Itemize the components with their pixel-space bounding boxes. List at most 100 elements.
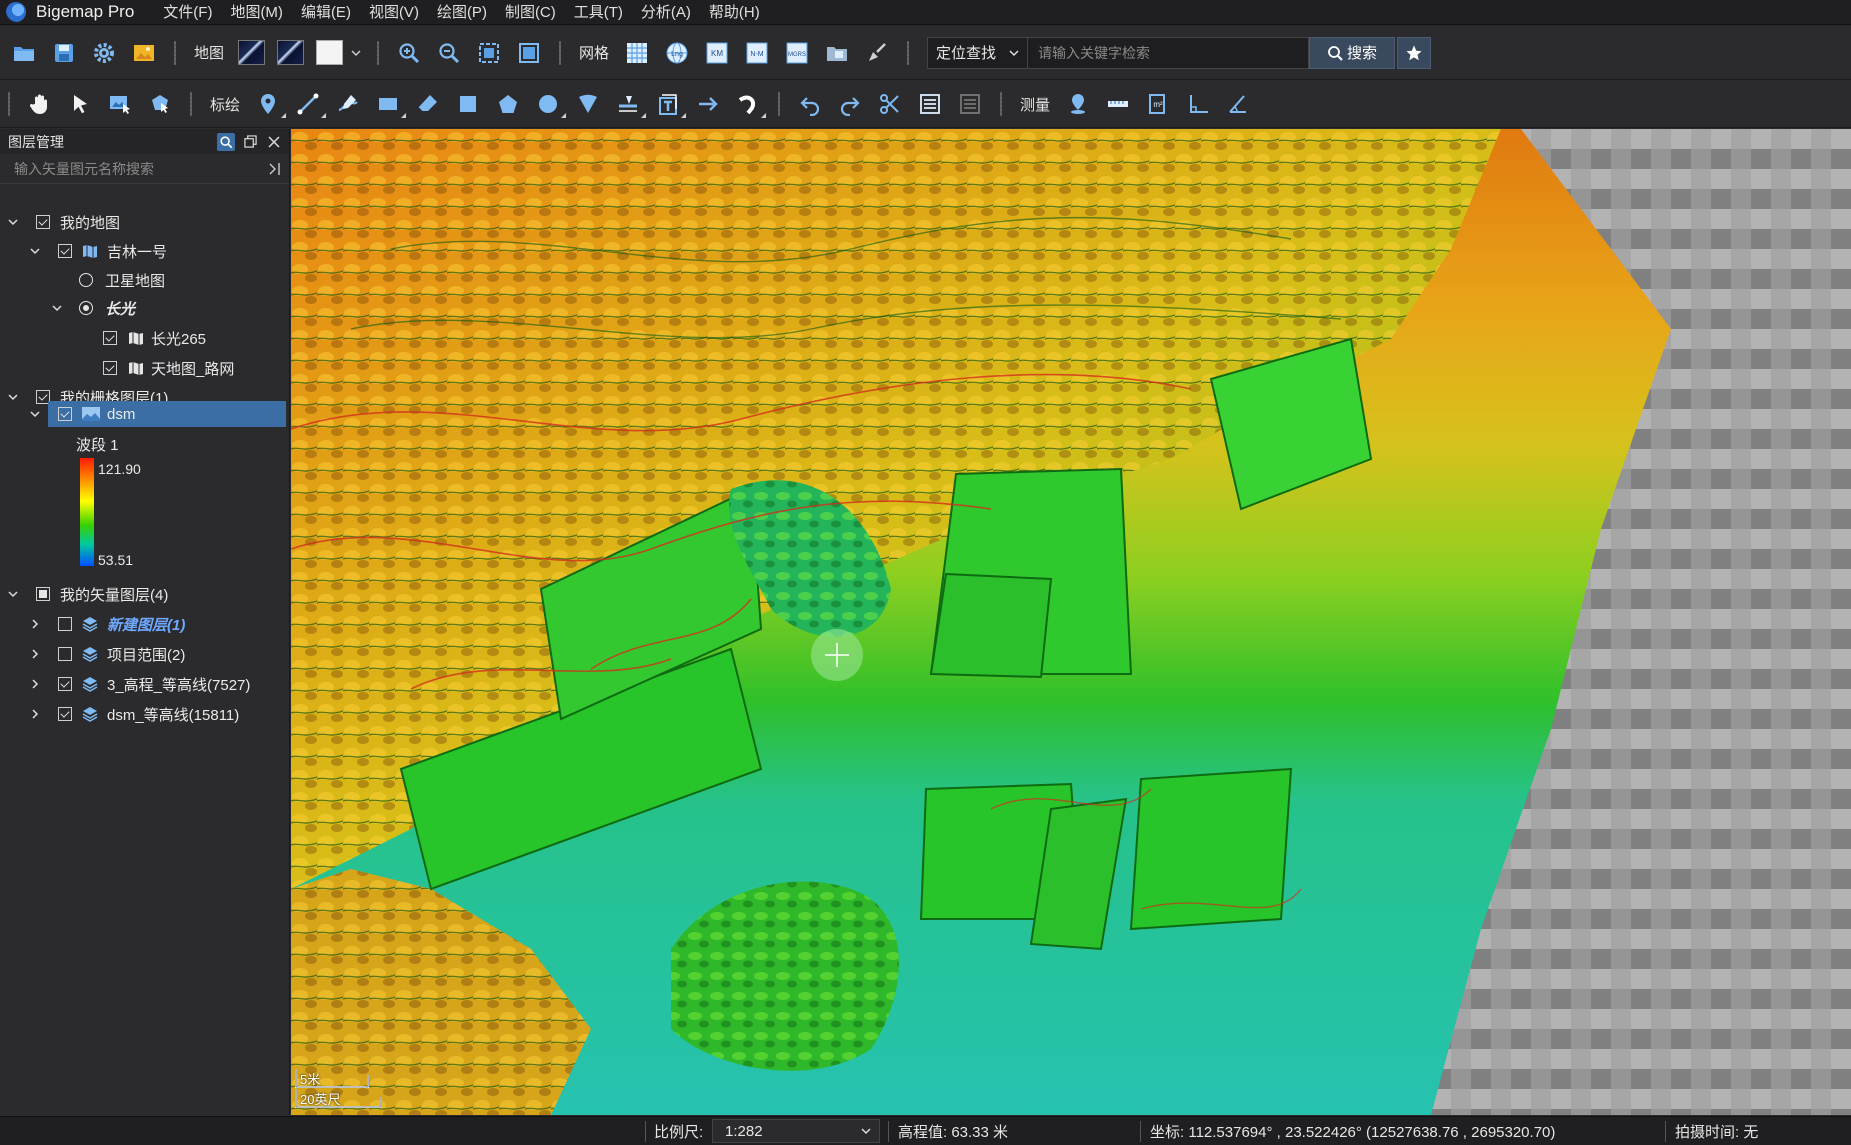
menu-tools[interactable]: 工具(T)	[565, 0, 632, 25]
layer-radio[interactable]	[79, 273, 93, 287]
tree-node-new-layer[interactable]: 新建图层(1)	[0, 611, 288, 637]
basemap-thumbnail-3[interactable]	[316, 40, 344, 65]
grid-lnglat-button[interactable]: Lng	[663, 39, 691, 67]
tree-node-tianditu-road[interactable]: 天地图_路网	[0, 355, 288, 381]
panel-close-button[interactable]	[265, 133, 283, 151]
zoom-out-button[interactable]	[435, 39, 463, 67]
tree-node-dsm-contours[interactable]: dsm_等高线(15811)	[0, 701, 288, 727]
layer-checkbox[interactable]	[103, 361, 117, 375]
favorite-button[interactable]	[1397, 36, 1432, 69]
chevron-down-icon[interactable]	[29, 245, 41, 257]
menu-cartography[interactable]: 制图(C)	[496, 0, 565, 25]
cut-button[interactable]	[876, 90, 904, 118]
freehand-tool[interactable]	[334, 90, 362, 118]
layer-checkbox[interactable]	[58, 707, 72, 721]
menu-analysis[interactable]: 分析(A)	[632, 0, 700, 25]
menu-map[interactable]: 地图(M)	[221, 0, 292, 25]
redo-button[interactable]	[836, 90, 864, 118]
open-folder-button[interactable]	[10, 39, 38, 67]
measure-height-button[interactable]	[1184, 90, 1212, 118]
arrow-tool[interactable]	[694, 90, 722, 118]
square-tool[interactable]	[454, 90, 482, 118]
locate-mode-select[interactable]: 定位查找	[927, 36, 1028, 69]
measure-distance-button[interactable]	[1104, 90, 1132, 118]
pan-button[interactable]	[26, 90, 54, 118]
curve-arrow-tool[interactable]	[734, 90, 767, 118]
grid-mgrs-button[interactable]: MGRS	[783, 39, 811, 67]
chevron-down-icon[interactable]	[7, 216, 19, 228]
menu-edit[interactable]: 编辑(E)	[292, 0, 360, 25]
map-canvas[interactable]: 5米 20英尺	[291, 129, 1851, 1115]
menu-view[interactable]: 视图(V)	[360, 0, 428, 25]
chevron-right-icon[interactable]	[29, 618, 41, 630]
rectangle-tool[interactable]	[374, 90, 407, 118]
grid-folder-button[interactable]	[823, 39, 851, 67]
grid-button[interactable]	[623, 39, 651, 67]
grid-mgrs-icon: MGRS	[786, 42, 808, 63]
layer-checkbox[interactable]	[58, 244, 72, 258]
attribute-table-button[interactable]	[916, 90, 944, 118]
zoom-extent-button[interactable]	[475, 39, 503, 67]
image-select-button[interactable]	[106, 90, 134, 118]
layer-search-input[interactable]	[14, 160, 254, 177]
location-search-input[interactable]	[1027, 36, 1310, 69]
image-button[interactable]	[130, 39, 158, 67]
chevron-right-icon[interactable]	[29, 648, 41, 660]
panel-search-toggle[interactable]	[217, 132, 235, 151]
chevron-right-icon[interactable]	[29, 678, 41, 690]
polygon-tool[interactable]	[494, 90, 522, 118]
tree-node-changguang265[interactable]: 长光265	[0, 325, 288, 351]
measure-point-button[interactable]	[1064, 90, 1092, 118]
panel-float-button[interactable]	[241, 133, 259, 151]
polyline-tool[interactable]	[294, 90, 327, 118]
search-button[interactable]: 搜索	[1309, 36, 1396, 69]
layer-checkbox[interactable]	[58, 677, 72, 691]
layer-checkbox[interactable]	[58, 617, 72, 631]
circle-tool[interactable]	[534, 90, 567, 118]
basemap-thumbnail-1[interactable]	[238, 40, 266, 65]
grid-km-button[interactable]: KM	[703, 39, 731, 67]
tree-node-my-map[interactable]: 我的地图	[0, 209, 288, 235]
save-button[interactable]	[50, 39, 78, 67]
eraser-tool[interactable]	[414, 90, 442, 118]
tree-node-elevation-contours[interactable]: 3_高程_等高线(7527)	[0, 671, 288, 697]
chevron-right-icon[interactable]	[29, 708, 41, 720]
layer-radio[interactable]	[79, 301, 93, 315]
tree-node-vector-layers[interactable]: 我的矢量图层(4)	[0, 581, 288, 607]
tree-node-satellite[interactable]: 卫星地图	[0, 267, 288, 293]
clear-button[interactable]	[863, 39, 891, 67]
settings-button[interactable]	[90, 39, 118, 67]
undo-button[interactable]	[796, 90, 824, 118]
tree-node-changguang[interactable]: 长光	[0, 295, 288, 321]
grid-nm-button[interactable]: N-M	[743, 39, 771, 67]
chevron-down-icon[interactable]	[29, 408, 41, 420]
menu-help[interactable]: 帮助(H)	[700, 0, 769, 25]
tree-node-dsm[interactable]: dsm	[0, 401, 288, 427]
basemap-thumbnail-2[interactable]	[277, 40, 305, 65]
select-button[interactable]	[66, 90, 94, 118]
scale-select[interactable]: 1:282	[712, 1119, 880, 1143]
menu-draw[interactable]: 绘图(P)	[428, 0, 496, 25]
basemap-dropdown-icon[interactable]	[351, 48, 361, 58]
measure-area-button[interactable]: m²	[1144, 90, 1172, 118]
collapse-right-icon[interactable]	[267, 162, 281, 176]
layer-checkbox[interactable]	[58, 647, 72, 661]
attribute-table-alt-button[interactable]	[956, 90, 984, 118]
text-tool[interactable]	[654, 90, 687, 118]
fullscreen-button[interactable]	[515, 39, 543, 67]
sector-tool[interactable]	[574, 90, 602, 118]
layer-checkbox[interactable]	[36, 215, 50, 229]
menu-file[interactable]: 文件(F)	[154, 0, 221, 25]
text-underline-tool[interactable]	[614, 90, 647, 118]
zoom-in-button[interactable]	[395, 39, 423, 67]
layer-checkbox[interactable]	[36, 587, 50, 601]
layer-checkbox[interactable]	[103, 331, 117, 345]
tree-node-project-extent[interactable]: 项目范围(2)	[0, 641, 288, 667]
marker-tool[interactable]	[254, 90, 287, 118]
measure-angle-button[interactable]	[1224, 90, 1252, 118]
layer-checkbox[interactable]	[58, 407, 72, 421]
chevron-down-icon[interactable]	[51, 302, 63, 314]
polygon-select-button[interactable]	[146, 90, 174, 118]
tree-node-jilin1[interactable]: 吉林一号	[0, 238, 288, 264]
chevron-down-icon[interactable]	[7, 588, 19, 600]
